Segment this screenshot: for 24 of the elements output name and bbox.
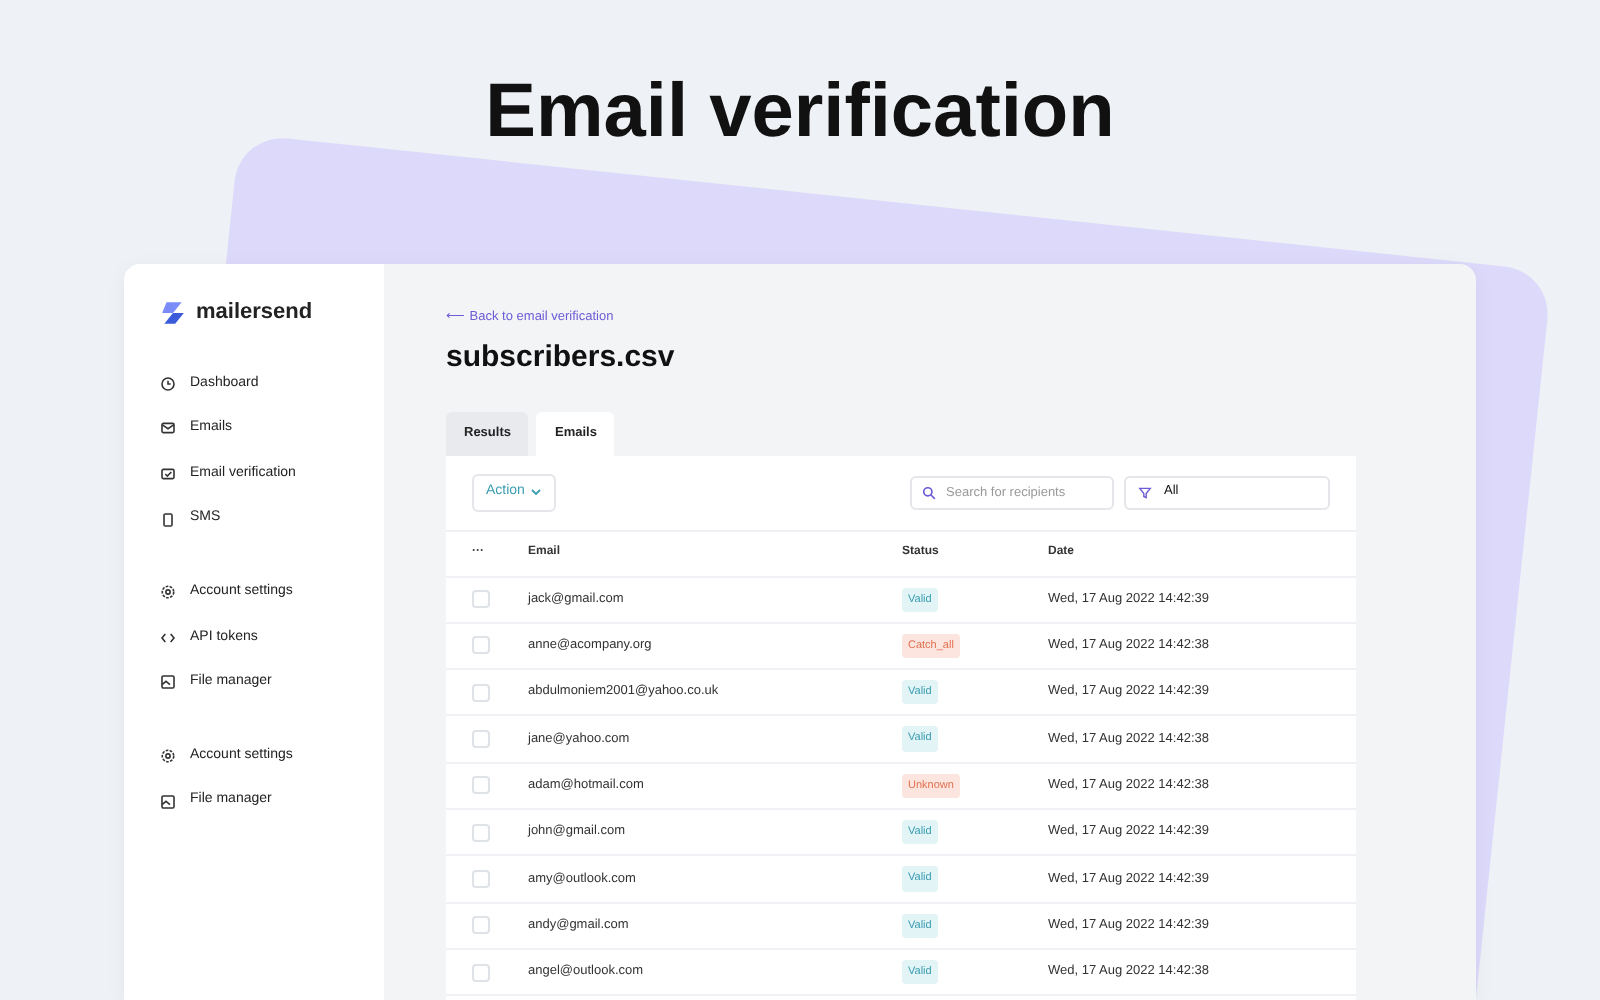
settings-icon [160, 747, 176, 764]
row-checkbox[interactable] [472, 636, 490, 655]
code-icon [160, 629, 176, 646]
row-checkbox[interactable] [472, 823, 490, 842]
envelope-check-icon [160, 465, 176, 482]
row-checkbox[interactable] [472, 963, 490, 982]
image-file-icon [160, 793, 176, 810]
page-title: subscribers.csv [446, 337, 677, 378]
logo-icon [160, 299, 186, 326]
row-checkbox[interactable] [472, 869, 490, 888]
row-checkbox[interactable] [472, 916, 490, 935]
row-checkbox[interactable] [472, 776, 490, 795]
envelope-icon [160, 420, 176, 437]
page-headline: Email verification [485, 68, 1115, 158]
row-checkbox[interactable] [472, 683, 490, 702]
row-checkbox[interactable] [472, 590, 490, 609]
phone-icon [160, 511, 176, 528]
clock-icon [160, 375, 176, 392]
image-file-icon [160, 674, 176, 691]
caret-icon [530, 486, 543, 499]
settings-icon [160, 584, 176, 601]
filter-icon [1138, 485, 1152, 500]
row-checkbox[interactable] [472, 730, 490, 749]
logo-text: mailersend [196, 298, 313, 328]
